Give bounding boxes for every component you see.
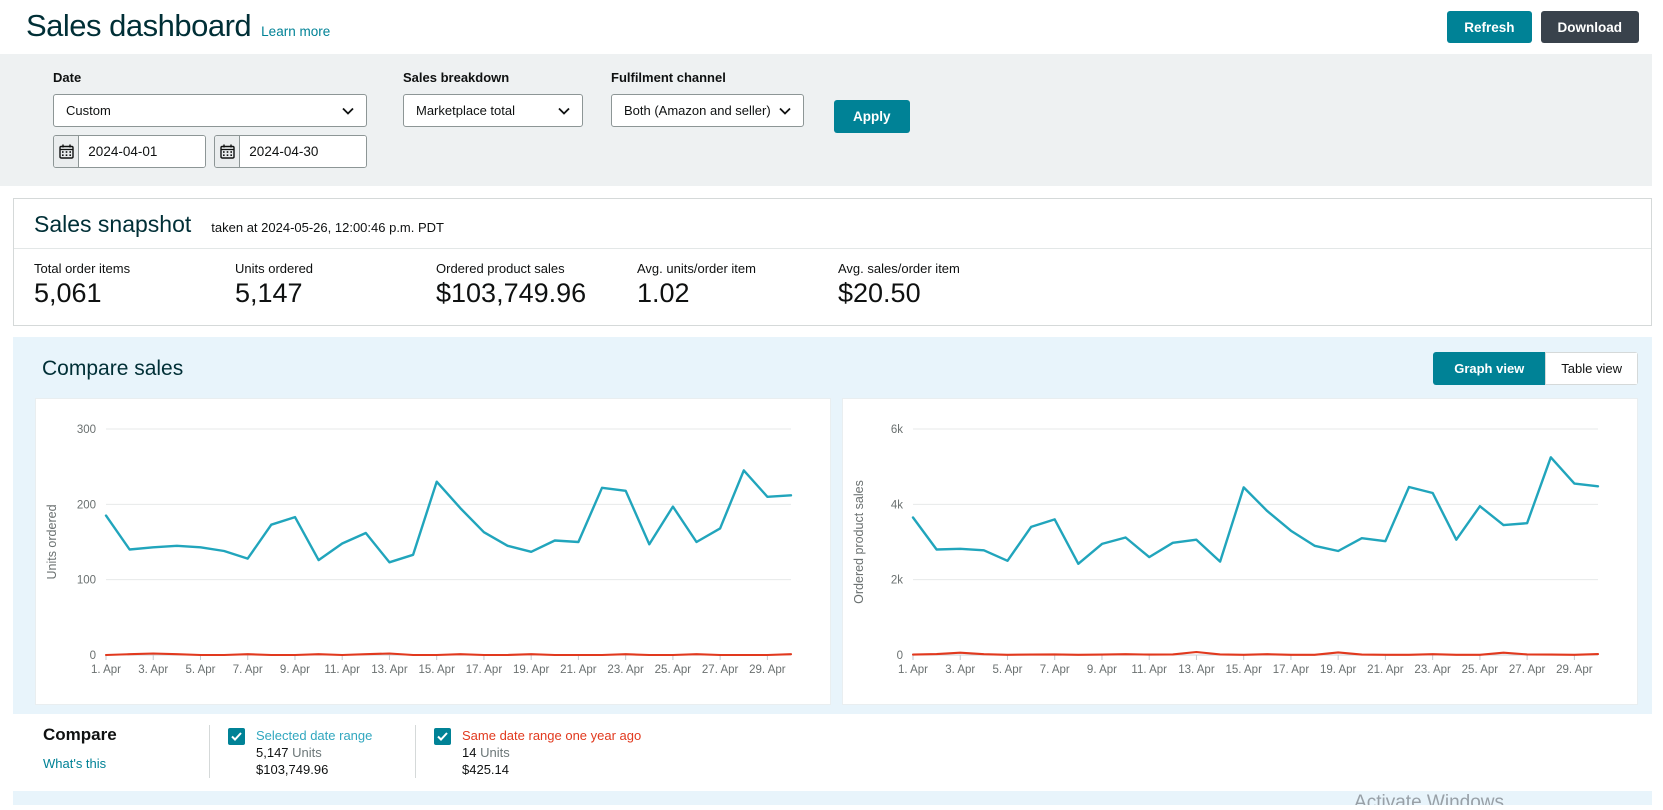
svg-text:6k: 6k [891, 424, 903, 436]
svg-text:2k: 2k [891, 575, 903, 587]
end-date-input[interactable] [240, 136, 366, 167]
legend-label: Selected date range [256, 728, 373, 743]
calendar-icon[interactable] [54, 136, 80, 167]
svg-text:3. Apr: 3. Apr [138, 664, 168, 676]
svg-text:7. Apr: 7. Apr [233, 664, 263, 676]
fulfilment-channel-select-value: Both (Amazon and seller) [624, 103, 771, 118]
filter-bar: Date Custom Sales breakdown [0, 54, 1652, 186]
svg-text:4k: 4k [891, 499, 903, 511]
svg-text:200: 200 [77, 499, 96, 511]
svg-text:0: 0 [90, 650, 96, 662]
legend-item-selected-date-range: Selected date range 5,147 Units $103,749… [209, 725, 415, 778]
units-ordered-chart-card: 0 100 200 300 1. Apr 3. Apr 5. Apr 7. Apr 9. Apr… [35, 398, 831, 705]
stat-units-ordered: Units ordered 5,147 [235, 261, 314, 308]
fulfilment-channel-select[interactable]: Both (Amazon and seller) [611, 94, 804, 127]
date-range-select-value: Custom [66, 103, 111, 118]
svg-text:29. Apr: 29. Apr [749, 664, 786, 676]
compare-legend: Compare What's this Selected date range … [13, 714, 1652, 791]
svg-text:19. Apr: 19. Apr [513, 664, 550, 676]
svg-text:1. Apr: 1. Apr [898, 664, 928, 676]
svg-text:19. Apr: 19. Apr [1320, 664, 1357, 676]
legend-sales-value: $103,749.96 [256, 762, 329, 777]
activate-windows-watermark: Activate Windows [1354, 792, 1504, 805]
ordered-product-sales-chart: 0 2k 4k 6k 1. Apr 3. Apr 5. Apr 7. Apr 9. Apr 11.… [852, 424, 1600, 676]
chevron-down-icon [558, 103, 570, 118]
svg-text:13. Apr: 13. Apr [371, 664, 408, 676]
svg-text:11. Apr: 11. Apr [1131, 664, 1167, 676]
svg-text:23. Apr: 23. Apr [1414, 664, 1451, 676]
svg-text:11. Apr: 11. Apr [324, 664, 360, 676]
legend-units-value: 14 [462, 745, 477, 760]
refresh-button[interactable]: Refresh [1447, 11, 1532, 43]
chevron-down-icon [342, 103, 354, 118]
graph-view-button[interactable]: Graph view [1433, 352, 1546, 385]
calendar-icon[interactable] [215, 136, 241, 167]
fulfilment-channel-label: Fulfilment channel [611, 70, 726, 85]
download-button[interactable]: Download [1540, 11, 1639, 43]
svg-text:17. Apr: 17. Apr [466, 664, 503, 676]
svg-text:13. Apr: 13. Apr [1178, 664, 1215, 676]
compare-sales-title: Compare sales [42, 356, 184, 380]
page-header: Sales dashboard Learn more Refresh Downl… [0, 0, 1663, 54]
svg-text:21. Apr: 21. Apr [1367, 664, 1404, 676]
svg-text:3. Apr: 3. Apr [945, 664, 975, 676]
svg-text:29. Apr: 29. Apr [1556, 664, 1593, 676]
legend-units-word: Units [292, 745, 322, 760]
svg-text:27. Apr: 27. Apr [1509, 664, 1546, 676]
svg-text:100: 100 [77, 575, 96, 587]
sales-snapshot-title: Sales snapshot [34, 211, 192, 237]
whats-this-link[interactable]: What's this [43, 756, 106, 771]
svg-text:9. Apr: 9. Apr [280, 664, 310, 676]
svg-text:21. Apr: 21. Apr [560, 664, 597, 676]
sales-breakdown-label: Sales breakdown [403, 70, 510, 85]
svg-text:5. Apr: 5. Apr [992, 664, 1022, 676]
svg-text:7. Apr: 7. Apr [1040, 664, 1070, 676]
legend-units-word: Units [480, 745, 510, 760]
table-view-button[interactable]: Table view [1545, 352, 1638, 385]
stat-avg-sales-per-order-item: Avg. sales/order item $20.50 [838, 261, 960, 308]
svg-text:15. Apr: 15. Apr [1225, 664, 1262, 676]
legend-sales-value: $425.14 [462, 762, 509, 777]
svg-text:Ordered product sales: Ordered product sales [852, 480, 866, 604]
view-toggle: Graph view Table view [1433, 352, 1638, 385]
sales-breakdown-select-value: Marketplace total [416, 103, 515, 118]
units-ordered-chart: 0 100 200 300 1. Apr 3. Apr 5. Apr 7. Apr 9. Apr… [45, 424, 793, 676]
ordered-product-sales-chart-card: 0 2k 4k 6k 1. Apr 3. Apr 5. Apr 7. Apr 9. Apr 11.… [842, 398, 1638, 705]
svg-text:1. Apr: 1. Apr [91, 664, 121, 676]
date-range-select[interactable]: Custom [53, 94, 367, 127]
page-title: Sales dashboard [26, 8, 252, 43]
start-date-field[interactable] [53, 135, 206, 168]
svg-text:23. Apr: 23. Apr [607, 664, 644, 676]
stat-total-order-items: Total order items 5,061 [34, 261, 131, 308]
snapshot-timestamp: taken at 2024-05-26, 12:00:46 p.m. PDT [211, 220, 444, 235]
svg-text:9. Apr: 9. Apr [1087, 664, 1117, 676]
legend-label: Same date range one year ago [462, 728, 642, 743]
selected-range-checkbox[interactable] [228, 728, 245, 745]
end-date-field[interactable] [214, 135, 367, 168]
learn-more-link[interactable]: Learn more [261, 24, 330, 39]
apply-button[interactable]: Apply [834, 100, 910, 133]
compare-sales-section: Compare sales Graph view Table view 0 100… [13, 337, 1652, 805]
svg-text:5. Apr: 5. Apr [185, 664, 215, 676]
legend-item-one-year-ago: Same date range one year ago 14 Units $4… [415, 725, 677, 778]
sales-breakdown-select[interactable]: Marketplace total [403, 94, 583, 127]
svg-text:300: 300 [77, 424, 96, 436]
svg-text:25. Apr: 25. Apr [655, 664, 692, 676]
svg-text:0: 0 [897, 650, 903, 662]
legend-units-value: 5,147 [256, 745, 289, 760]
date-filter-label: Date [53, 70, 82, 85]
svg-text:Units ordered: Units ordered [45, 504, 59, 579]
svg-text:15. Apr: 15. Apr [418, 664, 455, 676]
sales-snapshot-card: Sales snapshot taken at 2024-05-26, 12:0… [13, 198, 1652, 326]
compare-heading: Compare [43, 725, 117, 744]
svg-text:25. Apr: 25. Apr [1462, 664, 1499, 676]
start-date-input[interactable] [79, 136, 205, 167]
stat-avg-units-per-order-item: Avg. units/order item 1.02 [637, 261, 756, 308]
one-year-ago-checkbox[interactable] [434, 728, 451, 745]
chevron-down-icon [779, 103, 791, 118]
snapshot-stats-row: Total order items 5,061 Units ordered 5,… [14, 249, 1651, 325]
svg-text:27. Apr: 27. Apr [702, 664, 739, 676]
stat-ordered-product-sales: Ordered product sales $103,749.96 [436, 261, 587, 308]
svg-text:17. Apr: 17. Apr [1273, 664, 1310, 676]
